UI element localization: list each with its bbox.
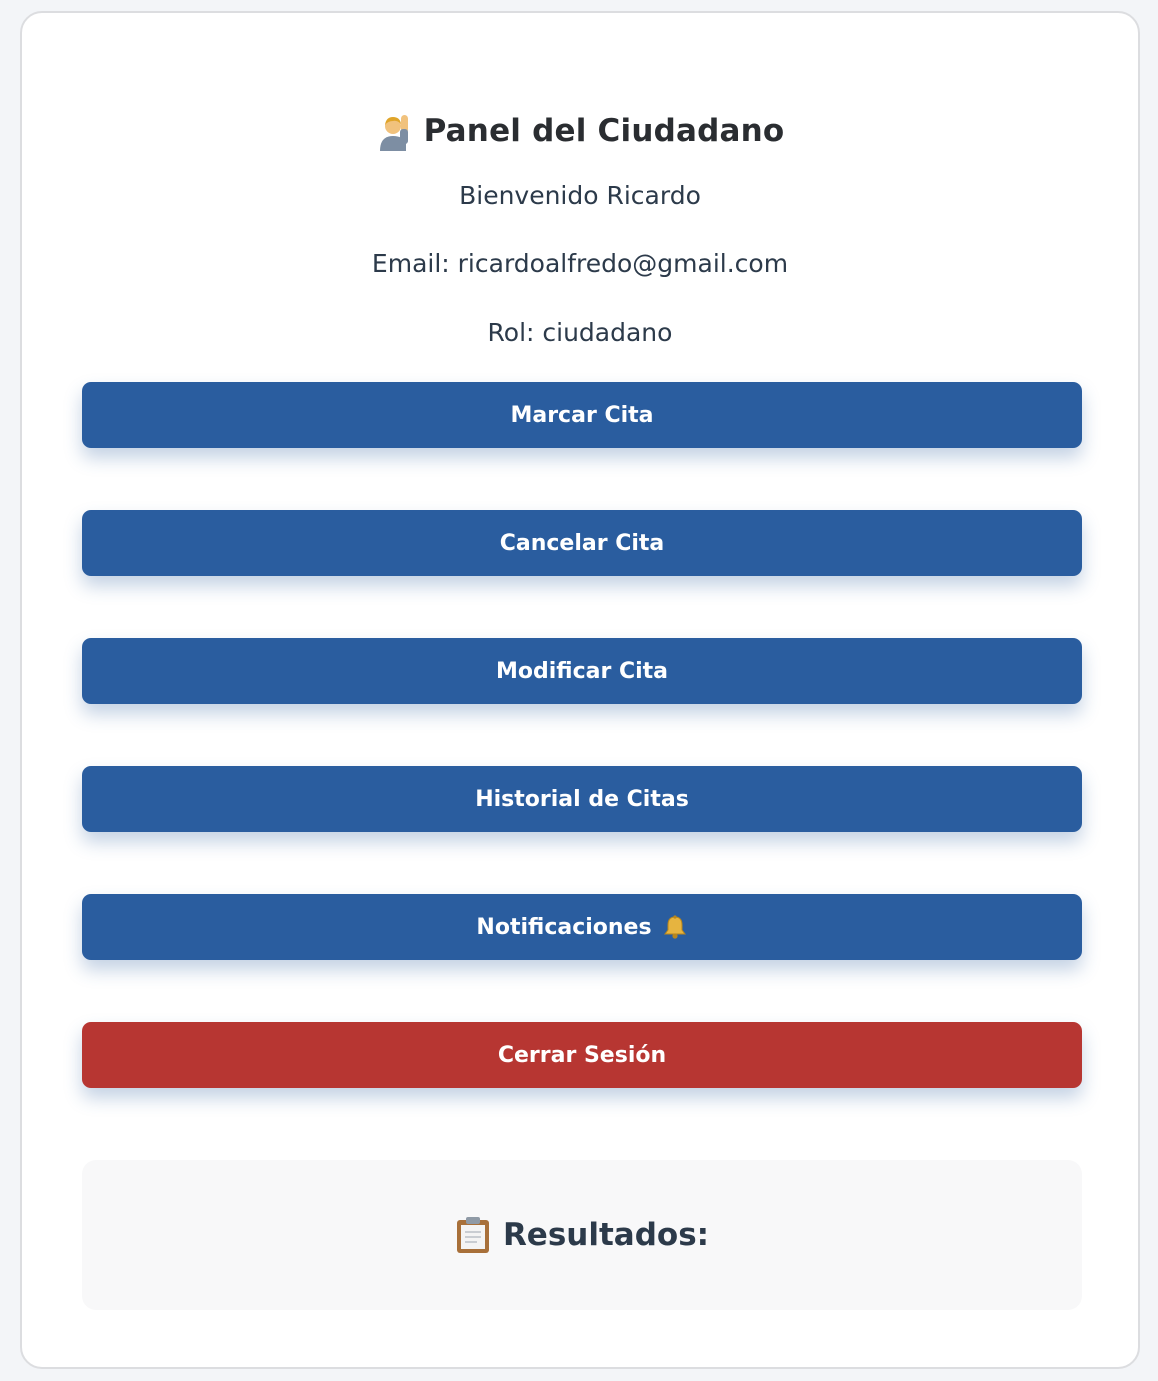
clipboard-icon bbox=[455, 1216, 491, 1254]
marcar-cita-button[interactable]: Marcar Cita bbox=[82, 382, 1082, 448]
results-title: Resultados: bbox=[502, 1217, 710, 1253]
cerrar-sesion-button[interactable]: Cerrar Sesión bbox=[82, 1022, 1082, 1088]
person-raising-hand-icon bbox=[376, 111, 416, 151]
citizen-panel-card: Panel del Ciudadano Bienvenido Ricardo E… bbox=[20, 11, 1140, 1369]
marcar-cita-label: Marcar Cita bbox=[510, 402, 654, 428]
cancelar-cita-label: Cancelar Cita bbox=[499, 530, 665, 556]
welcome-text: Bienvenido Ricardo bbox=[459, 181, 701, 210]
cancelar-cita-button[interactable]: Cancelar Cita bbox=[82, 510, 1082, 576]
historial-citas-button[interactable]: Historial de Citas bbox=[82, 766, 1082, 832]
bell-icon bbox=[662, 914, 688, 940]
notificaciones-label: Notificaciones bbox=[476, 914, 652, 940]
historial-citas-label: Historial de Citas bbox=[475, 786, 689, 812]
modificar-cita-label: Modificar Cita bbox=[495, 658, 669, 684]
results-panel: Resultados: bbox=[82, 1160, 1082, 1310]
modificar-cita-button[interactable]: Modificar Cita bbox=[82, 638, 1082, 704]
page-title: Panel del Ciudadano bbox=[22, 111, 1138, 151]
notificaciones-button[interactable]: Notificaciones bbox=[82, 894, 1082, 960]
cerrar-sesion-label: Cerrar Sesión bbox=[497, 1042, 667, 1068]
role-text: Rol: ciudadano bbox=[487, 318, 673, 347]
panel-title: Panel del Ciudadano bbox=[423, 113, 785, 149]
email-text: Email: ricardoalfredo@gmail.com bbox=[371, 249, 789, 278]
